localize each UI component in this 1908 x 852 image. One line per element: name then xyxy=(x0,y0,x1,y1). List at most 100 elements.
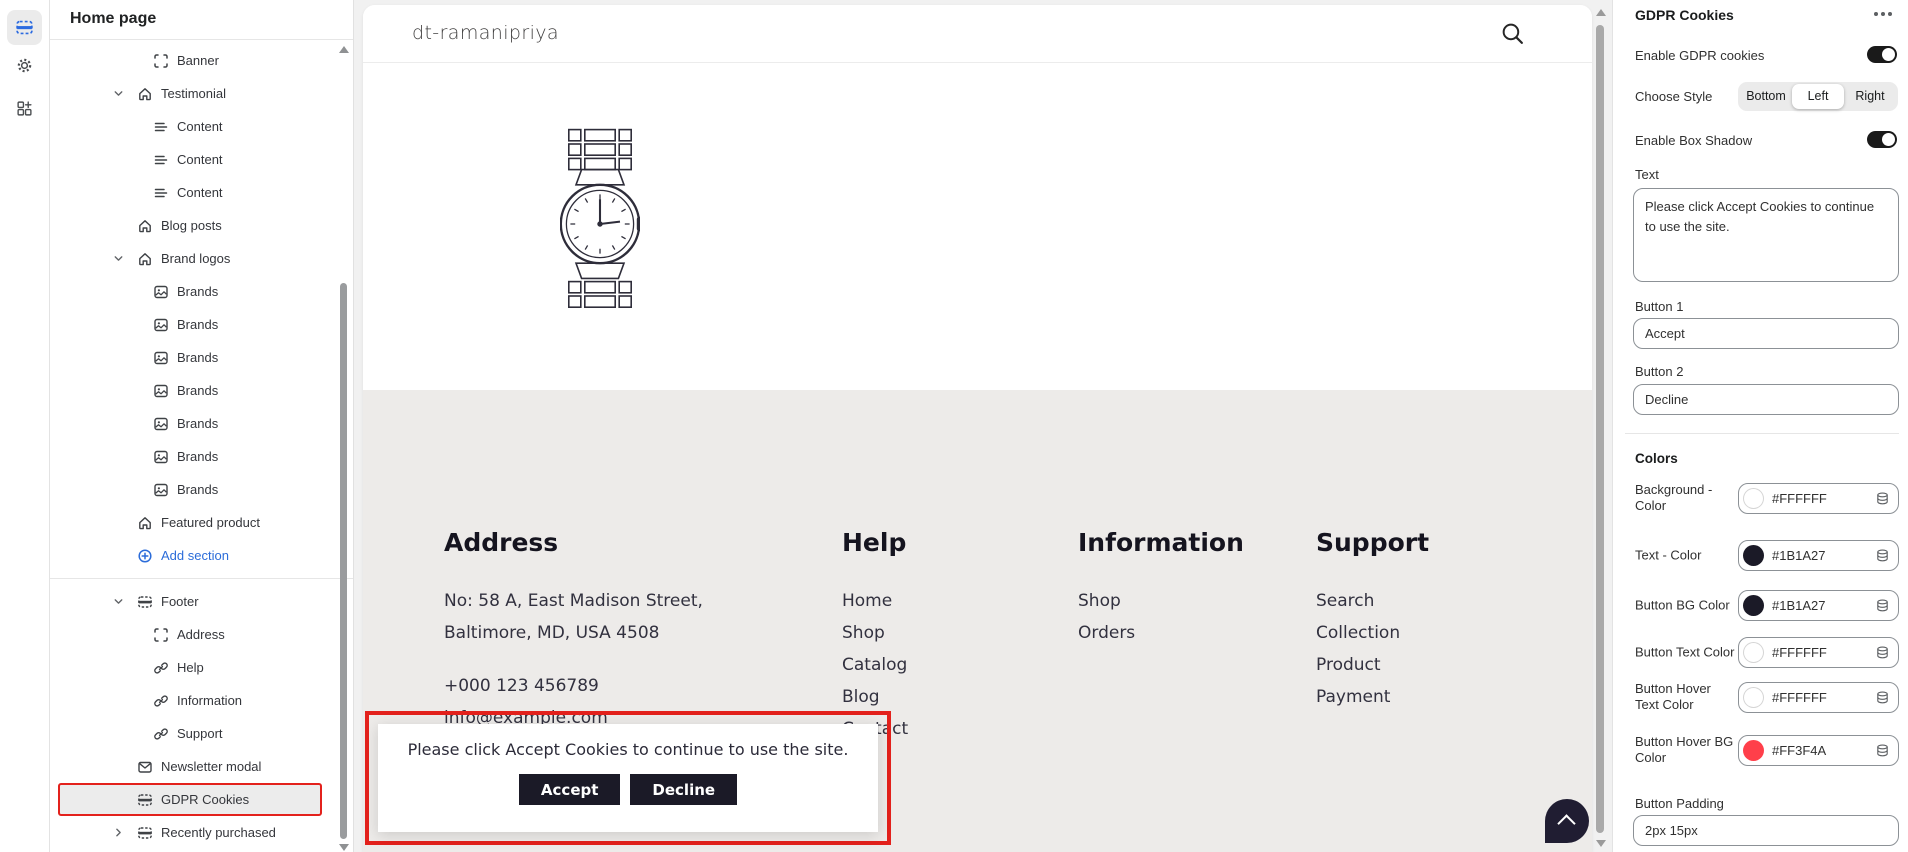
accept-button[interactable]: Accept xyxy=(519,774,620,805)
style-option-right[interactable]: Right xyxy=(1844,84,1896,109)
sidebar-item-brands[interactable]: Brands xyxy=(49,275,353,308)
page-title: Home page xyxy=(70,10,156,28)
color-label: Button Hover BG Color xyxy=(1635,734,1738,768)
sidebar-item-gdpr-cookies[interactable]: GDPR Cookies xyxy=(58,783,322,816)
sidebar-item-content[interactable]: Content xyxy=(49,143,353,176)
footer-heading: Help xyxy=(842,528,908,557)
sidebar-item-brands[interactable]: Brands xyxy=(49,341,353,374)
gear-icon[interactable] xyxy=(16,57,33,74)
database-icon[interactable] xyxy=(1875,491,1890,506)
database-icon[interactable] xyxy=(1875,645,1890,660)
footer-link[interactable]: Search xyxy=(1316,585,1429,617)
chevron-down-icon[interactable] xyxy=(112,595,125,608)
text-lines-icon xyxy=(153,119,169,135)
footer-link[interactable]: Orders xyxy=(1078,617,1244,649)
background-color-picker[interactable]: #FFFFFF xyxy=(1738,483,1899,514)
color-swatch xyxy=(1743,642,1764,663)
footer-link[interactable]: Collection xyxy=(1316,617,1429,649)
database-icon[interactable] xyxy=(1875,690,1890,705)
add-section-button[interactable]: Add section xyxy=(49,539,353,572)
sidebar-item-brands[interactable]: Brands xyxy=(49,374,353,407)
sections-tree: Banner Testimonial Content Content Conte… xyxy=(49,44,353,849)
text-color-picker[interactable]: #1B1A27 xyxy=(1738,540,1899,571)
sidebar-item-content[interactable]: Content xyxy=(49,176,353,209)
button-text-color-picker[interactable]: #FFFFFF xyxy=(1738,637,1899,668)
sidebar-item-support[interactable]: Support xyxy=(49,717,353,750)
color-label: Text - Color xyxy=(1635,547,1738,564)
button-hover-text-color-picker[interactable]: #FFFFFF xyxy=(1738,682,1899,713)
color-hex-value: #FFFFFF xyxy=(1772,491,1867,506)
color-label: Button BG Color xyxy=(1635,597,1738,614)
preview-scroll-up-arrow[interactable] xyxy=(1596,9,1606,16)
sidebar-scroll-down-arrow[interactable] xyxy=(339,844,349,851)
sidebar-scroll-up-arrow[interactable] xyxy=(339,46,349,53)
footer-link[interactable]: Shop xyxy=(842,617,908,649)
sidebar-item-information[interactable]: Information xyxy=(49,684,353,717)
database-icon[interactable] xyxy=(1875,598,1890,613)
apps-icon[interactable] xyxy=(16,100,33,117)
button1-input[interactable] xyxy=(1633,318,1899,349)
sidebar-item-brand-logos[interactable]: Brand logos xyxy=(49,242,353,275)
sections-nav-button[interactable] xyxy=(7,10,42,45)
theme-editor: Home page Banner Testimonial Content Con… xyxy=(0,0,1908,852)
sidebar-item-banner[interactable]: Banner xyxy=(49,44,353,77)
chevron-down-icon[interactable] xyxy=(112,87,125,100)
footer-link[interactable]: Home xyxy=(842,585,908,617)
chevron-right-icon[interactable] xyxy=(112,826,125,839)
color-hex-value: #FF3F4A xyxy=(1772,743,1867,758)
box-shadow-toggle[interactable] xyxy=(1867,131,1897,148)
style-option-left[interactable]: Left xyxy=(1792,84,1844,109)
sidebar-item-newsletter-modal[interactable]: Newsletter modal xyxy=(49,750,353,783)
database-icon[interactable] xyxy=(1875,743,1890,758)
button-bg-color-picker[interactable]: #1B1A27 xyxy=(1738,590,1899,621)
image-icon xyxy=(153,449,169,465)
sidebar-item-help[interactable]: Help xyxy=(49,651,353,684)
text-lines-icon xyxy=(153,185,169,201)
decline-button[interactable]: Decline xyxy=(630,774,737,805)
footer-information-column: Information Shop Orders xyxy=(1078,528,1244,649)
sidebar-item-brands[interactable]: Brands xyxy=(49,407,353,440)
sidebar-item-address[interactable]: Address xyxy=(49,618,353,651)
preview-area: dt-ramanipriya Address No: 58 A, East Ma… xyxy=(353,0,1613,852)
enable-gdpr-label: Enable GDPR cookies xyxy=(1635,48,1764,63)
sidebar-scrollbar[interactable] xyxy=(340,283,347,839)
footer-heading: Information xyxy=(1078,528,1244,557)
sidebar-item-brands[interactable]: Brands xyxy=(49,473,353,506)
sidebar-item-recently-purchased[interactable]: Recently purchased xyxy=(49,816,353,849)
preview-scrollbar[interactable] xyxy=(1596,25,1604,833)
scroll-to-top-button[interactable] xyxy=(1545,799,1589,843)
enable-gdpr-toggle[interactable] xyxy=(1867,46,1897,63)
sidebar-item-testimonial[interactable]: Testimonial xyxy=(49,77,353,110)
store-logo-text[interactable]: dt-ramanipriya xyxy=(412,22,559,44)
footer-link[interactable]: Product xyxy=(1316,649,1429,681)
color-row: Button Hover Text Color #FFFFFF xyxy=(1635,682,1899,713)
button-hover-bg-color-picker[interactable]: #FF3F4A xyxy=(1738,735,1899,766)
chevron-down-icon[interactable] xyxy=(112,252,125,265)
envelope-icon xyxy=(137,759,153,775)
button2-input[interactable] xyxy=(1633,384,1899,415)
gdpr-cookie-banner[interactable]: Please click Accept Cookies to continue … xyxy=(378,724,878,832)
store-header[interactable]: dt-ramanipriya xyxy=(363,5,1592,63)
footer-link[interactable]: Payment xyxy=(1316,681,1429,713)
button-padding-input[interactable] xyxy=(1633,815,1899,846)
text-lines-icon xyxy=(153,152,169,168)
sidebar-item-footer[interactable]: Footer xyxy=(49,585,353,618)
sidebar-item-featured-product[interactable]: Featured product xyxy=(49,506,353,539)
section-icon xyxy=(137,792,153,808)
sidebar-item-brands[interactable]: Brands xyxy=(49,308,353,341)
footer-link[interactable]: Catalog xyxy=(842,649,908,681)
cookie-text-input[interactable]: Please click Accept Cookies to continue … xyxy=(1633,188,1899,282)
search-icon[interactable] xyxy=(1500,21,1525,46)
panel-divider xyxy=(1625,433,1899,434)
preview-scroll-down-arrow[interactable] xyxy=(1596,840,1606,847)
sidebar-item-blog-posts[interactable]: Blog posts xyxy=(49,209,353,242)
choose-style-label: Choose Style xyxy=(1635,89,1712,104)
style-option-bottom[interactable]: Bottom xyxy=(1740,84,1792,109)
sidebar-item-content[interactable]: Content xyxy=(49,110,353,143)
database-icon[interactable] xyxy=(1875,548,1890,563)
more-options-icon[interactable] xyxy=(1874,12,1892,16)
sidebar-item-brands[interactable]: Brands xyxy=(49,440,353,473)
footer-link[interactable]: Shop xyxy=(1078,585,1244,617)
watch-illustration[interactable] xyxy=(560,128,640,320)
footer-link[interactable]: Blog xyxy=(842,681,908,713)
